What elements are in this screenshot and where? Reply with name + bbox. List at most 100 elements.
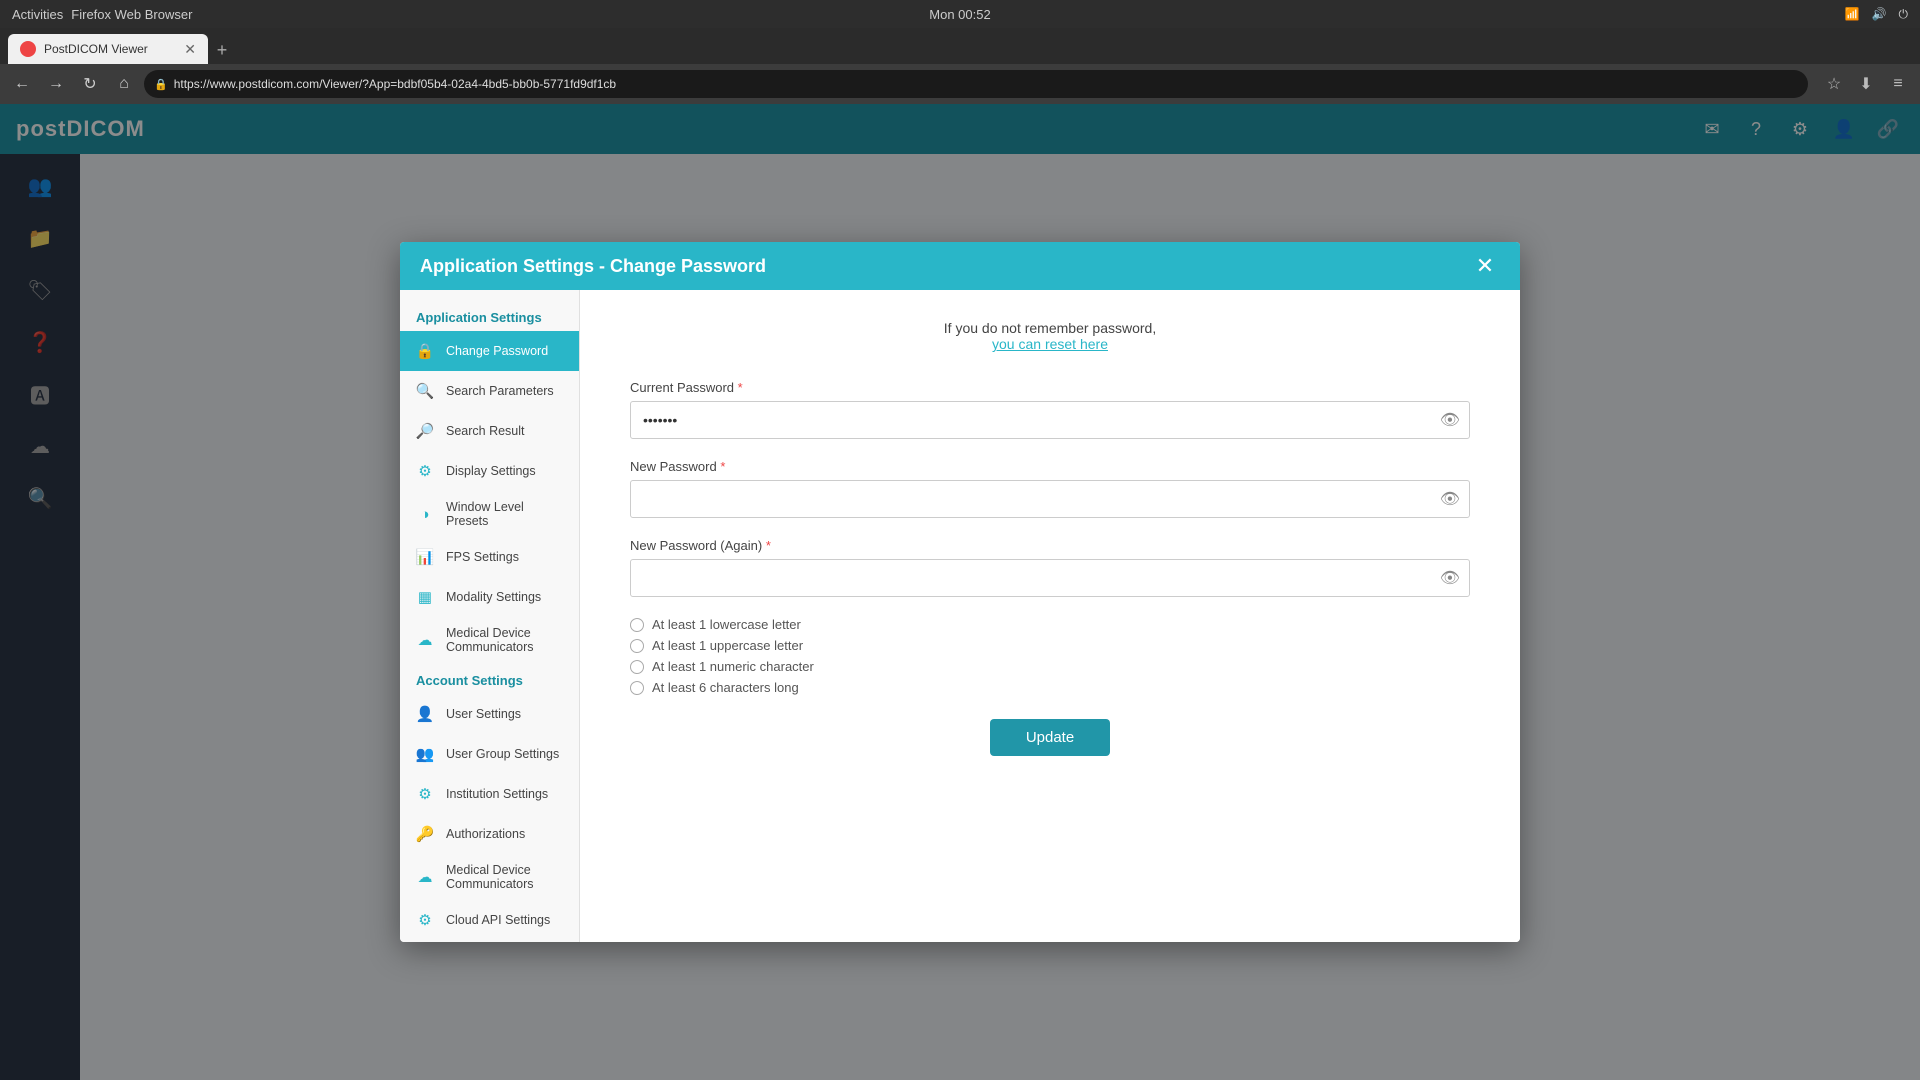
tab-close-button[interactable]: ✕ (184, 41, 196, 58)
window-level-sidebar-icon: ◑ (414, 503, 436, 525)
new-password-again-label: New Password (Again) * (630, 538, 1470, 553)
forward-button[interactable]: → (42, 70, 70, 98)
sidebar-item-overview[interactable]: 📋 Overview (400, 940, 579, 942)
sidebar-item-window-level-presets[interactable]: ◑ Window Level Presets (400, 491, 579, 537)
address-bar[interactable]: 🔒 https://www.postdicom.com/Viewer/?App=… (144, 70, 1808, 98)
fps-sidebar-icon: 📊 (414, 546, 436, 568)
settings-sidebar: Application Settings 🔒 Change Password 🔍… (400, 290, 580, 942)
update-button[interactable]: Update (990, 719, 1110, 756)
toolbar-actions: ☆ ⬇ ≡ (1820, 70, 1912, 98)
user-settings-sidebar-icon: 👤 (414, 703, 436, 725)
new-password-input[interactable] (630, 480, 1470, 518)
tab-favicon (20, 41, 36, 57)
sidebar-label-search-result: Search Result (446, 424, 525, 438)
sidebar-item-cloud-api-settings[interactable]: ⚙ Cloud API Settings (400, 900, 579, 940)
current-password-wrapper: 👁 (630, 401, 1470, 439)
sidebar-label-institution-settings: Institution Settings (446, 787, 548, 801)
home-button[interactable]: ⌂ (110, 70, 138, 98)
current-password-required: * (738, 380, 743, 395)
sidebar-item-search-result[interactable]: 🔎 Search Result (400, 411, 579, 451)
new-password-group: New Password * 👁 (630, 459, 1470, 518)
sidebar-label-search-parameters: Search Parameters (446, 384, 554, 398)
sidebar-label-medical-device-communicators: Medical Device Communicators (446, 863, 565, 891)
url-text: https://www.postdicom.com/Viewer/?App=bd… (174, 77, 616, 91)
sidebar-label-user-group-settings: User Group Settings (446, 747, 559, 761)
lock-sidebar-icon: 🔒 (414, 340, 436, 362)
req-item-lowercase: At least 1 lowercase letter (630, 617, 1470, 632)
authorizations-sidebar-icon: 🔑 (414, 823, 436, 845)
sidebar-label-modality-settings: Modality Settings (446, 590, 541, 604)
activities-label[interactable]: Activities (12, 7, 63, 22)
sidebar-item-fps-settings[interactable]: 📊 FPS Settings (400, 537, 579, 577)
sidebar-item-medical-device-communicators[interactable]: ☁ Medical Device Communicators (400, 854, 579, 900)
new-password-again-required: * (766, 538, 771, 553)
new-password-eye-icon[interactable]: 👁 (1440, 489, 1460, 509)
sidebar-label-window-level-presets: Window Level Presets (446, 500, 565, 528)
new-password-wrapper: 👁 (630, 480, 1470, 518)
bookmarks-icon[interactable]: ☆ (1820, 70, 1848, 98)
req-item-length: At least 6 characters long (630, 680, 1470, 695)
browser-chrome: PostDICOM Viewer ✕ + ← → ↻ ⌂ 🔒 https://w… (0, 28, 1920, 104)
sidebar-item-modality-settings[interactable]: ▦ Modality Settings (400, 577, 579, 617)
reset-link[interactable]: you can reset here (992, 336, 1108, 352)
modal-title: Application Settings - Change Password (420, 256, 766, 277)
browser-tabbar: PostDICOM Viewer ✕ + (0, 28, 1920, 64)
power-icon: ⏻ (1899, 7, 1909, 22)
req-label-length: At least 6 characters long (652, 680, 799, 695)
modal-header: Application Settings - Change Password ✕ (400, 242, 1520, 290)
req-circle-uppercase (630, 639, 644, 653)
network-icon: 📶 (1845, 7, 1860, 21)
os-topbar-left: Activities Firefox Web Browser (12, 7, 192, 22)
req-label-lowercase: At least 1 lowercase letter (652, 617, 801, 632)
sidebar-label-user-settings: User Settings (446, 707, 521, 721)
downloads-icon[interactable]: ⬇ (1852, 70, 1880, 98)
new-tab-button[interactable]: + (208, 36, 236, 64)
sidebar-label-cloud-api-settings: Cloud API Settings (446, 913, 550, 927)
new-password-again-input[interactable] (630, 559, 1470, 597)
sidebar-item-institution-settings[interactable]: ⚙ Institution Settings (400, 774, 579, 814)
modal-body: Application Settings 🔒 Change Password 🔍… (400, 290, 1520, 942)
search-result-sidebar-icon: 🔎 (414, 420, 436, 442)
sidebar-item-authorizations[interactable]: 🔑 Authorizations (400, 814, 579, 854)
new-password-again-wrapper: 👁 (630, 559, 1470, 597)
req-circle-lowercase (630, 618, 644, 632)
tab-title: PostDICOM Viewer (44, 42, 148, 56)
sidebar-item-display-settings[interactable]: ⚙ Display Settings (400, 451, 579, 491)
cloud-api-sidebar-icon: ⚙ (414, 909, 436, 931)
sidebar-item-medical-device-app[interactable]: ☁ Medical Device Communicators (400, 617, 579, 663)
req-item-uppercase: At least 1 uppercase letter (630, 638, 1470, 653)
new-password-label: New Password * (630, 459, 1470, 474)
os-topbar: Activities Firefox Web Browser Mon 00:52… (0, 0, 1920, 28)
reload-button[interactable]: ↻ (76, 70, 104, 98)
sound-icon: 🔊 (1872, 7, 1887, 21)
new-password-again-eye-icon[interactable]: 👁 (1440, 568, 1460, 588)
browser-tab[interactable]: PostDICOM Viewer ✕ (8, 34, 208, 64)
req-circle-numeric (630, 660, 644, 674)
medical-device-app-sidebar-icon: ☁ (414, 629, 436, 651)
back-button[interactable]: ← (8, 70, 36, 98)
current-password-input[interactable] (630, 401, 1470, 439)
current-password-group: Current Password * 👁 (630, 380, 1470, 439)
search-params-sidebar-icon: 🔍 (414, 380, 436, 402)
sidebar-label-fps-settings: FPS Settings (446, 550, 519, 564)
os-topbar-right: 📶 🔊 ⏻ (1845, 7, 1908, 22)
modality-sidebar-icon: ▦ (414, 586, 436, 608)
menu-icon[interactable]: ≡ (1884, 70, 1912, 98)
current-password-eye-icon[interactable]: 👁 (1440, 410, 1460, 430)
sidebar-label-display-settings: Display Settings (446, 464, 536, 478)
req-item-numeric: At least 1 numeric character (630, 659, 1470, 674)
sidebar-item-search-parameters[interactable]: 🔍 Search Parameters (400, 371, 579, 411)
sidebar-item-user-group-settings[interactable]: 👥 User Group Settings (400, 734, 579, 774)
current-password-label: Current Password * (630, 380, 1470, 395)
settings-modal: Application Settings - Change Password ✕… (400, 242, 1520, 942)
modal-overlay: Application Settings - Change Password ✕… (0, 104, 1920, 1080)
req-circle-length (630, 681, 644, 695)
os-time: Mon 00:52 (929, 7, 990, 22)
sidebar-label-change-password: Change Password (446, 344, 548, 358)
browser-content: postDICOM ✉ ? ⚙ 👤 🔗 👥 📁 🏷 ❓ 🅰 ☁ 🔍 (0, 104, 1920, 1080)
sidebar-item-user-settings[interactable]: 👤 User Settings (400, 694, 579, 734)
sidebar-label-medical-device-app: Medical Device Communicators (446, 626, 565, 654)
modal-close-button[interactable]: ✕ (1470, 251, 1500, 281)
sidebar-item-change-password[interactable]: 🔒 Change Password (400, 331, 579, 371)
user-group-sidebar-icon: 👥 (414, 743, 436, 765)
